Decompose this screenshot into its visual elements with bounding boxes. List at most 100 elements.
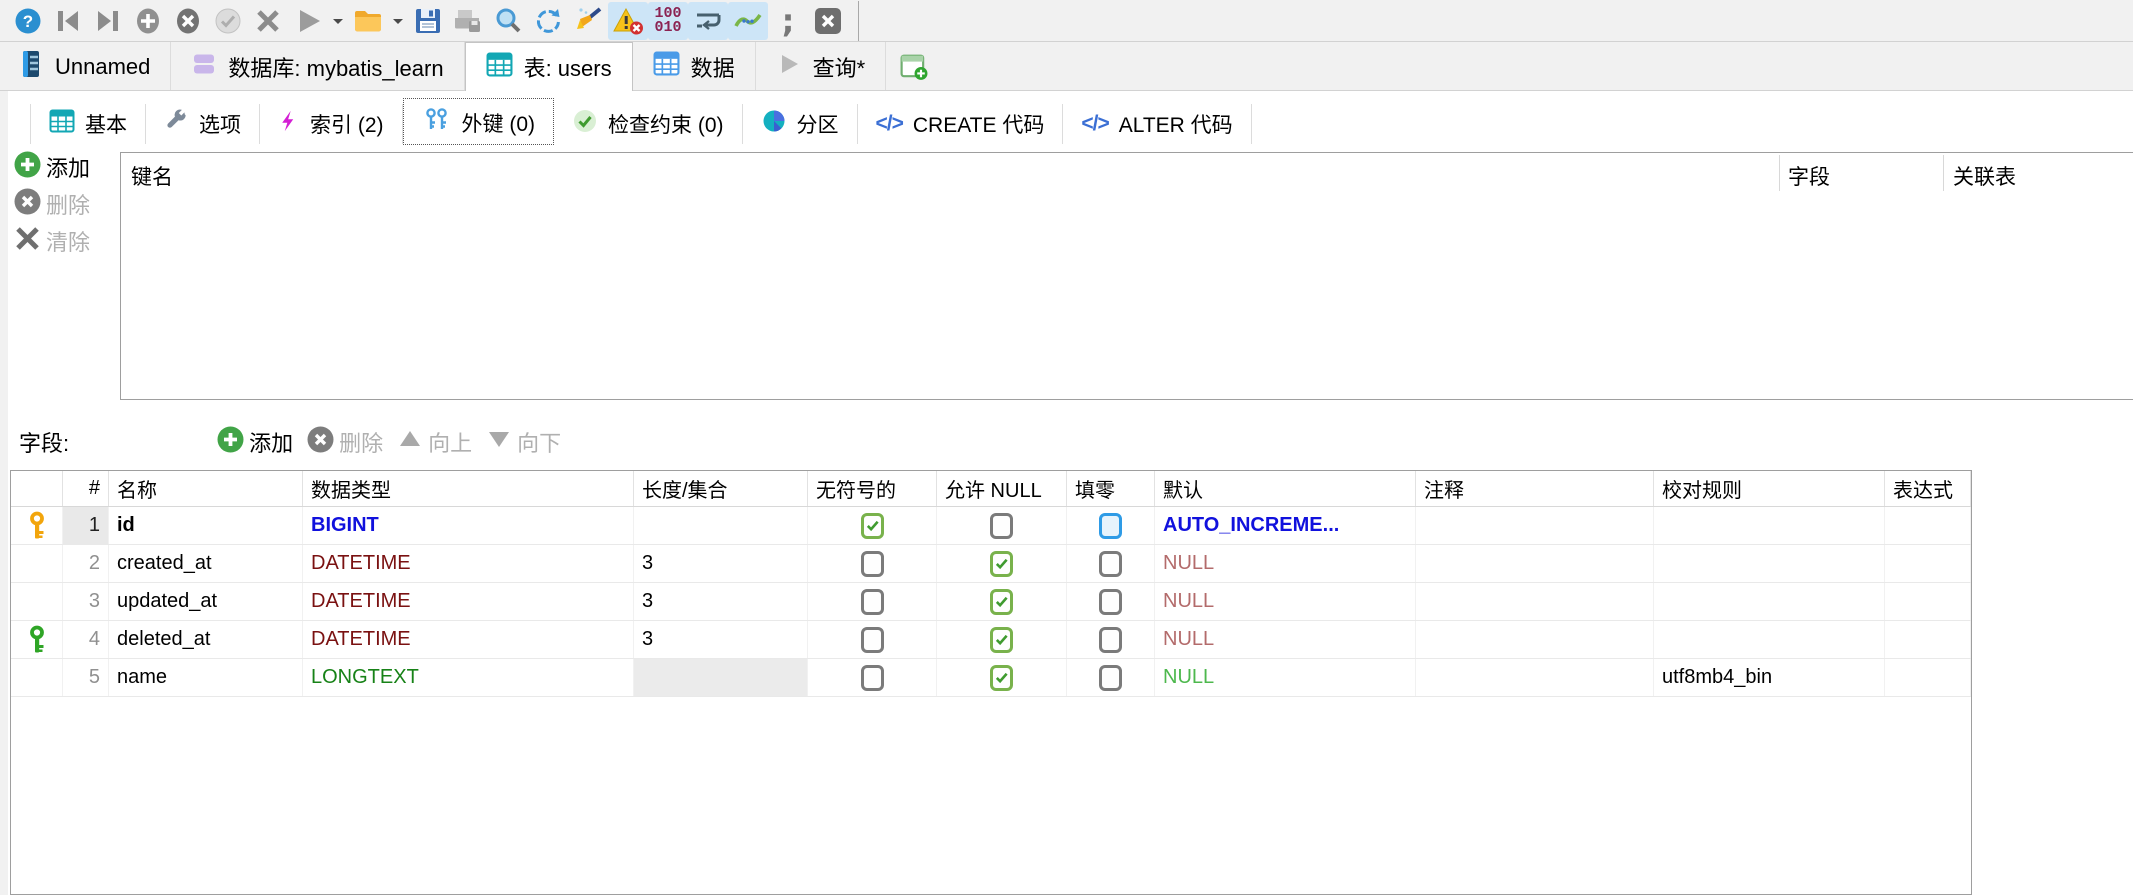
column-header-ref-table[interactable]: 关联表 bbox=[1953, 161, 2016, 191]
field-expression-cell[interactable] bbox=[1885, 507, 1971, 544]
checkbox-cell[interactable] bbox=[937, 507, 1067, 544]
column-header[interactable]: 长度/集合 bbox=[634, 471, 808, 506]
checkbox-cell[interactable] bbox=[1067, 507, 1155, 544]
zerofill-checkbox[interactable] bbox=[1099, 665, 1122, 691]
column-header[interactable]: 允许 NULL bbox=[937, 471, 1067, 506]
field-name-cell[interactable]: deleted_at bbox=[109, 621, 303, 658]
field-collation-cell[interactable] bbox=[1654, 545, 1885, 582]
fields-table[interactable]: #名称数据类型长度/集合无符号的允许 NULL填零默认注释校对规则表达式 1id… bbox=[10, 470, 1972, 895]
field-name-cell[interactable]: updated_at bbox=[109, 583, 303, 620]
field-comment-cell[interactable] bbox=[1416, 545, 1654, 582]
allow-null-checkbox[interactable] bbox=[990, 589, 1013, 615]
unsigned-checkbox[interactable] bbox=[861, 513, 884, 539]
tab-database-mybatis-learn[interactable]: 数据库: mybatis_learn bbox=[171, 42, 464, 91]
tab-table-users[interactable]: 表: users bbox=[465, 42, 633, 91]
field-comment-cell[interactable] bbox=[1416, 507, 1654, 544]
zerofill-checkbox[interactable] bbox=[1099, 551, 1122, 577]
row-icon-column-header[interactable] bbox=[11, 471, 63, 506]
new-query-tab-icon[interactable] bbox=[886, 42, 942, 91]
checkbox-cell[interactable] bbox=[808, 583, 937, 620]
folder-dropdown-icon[interactable] bbox=[388, 2, 408, 40]
column-header[interactable]: 默认 bbox=[1155, 471, 1416, 506]
allow-null-checkbox[interactable] bbox=[990, 665, 1013, 691]
checkbox-cell[interactable] bbox=[1067, 545, 1155, 582]
field-default-cell[interactable]: NULL bbox=[1155, 659, 1416, 696]
row-key-cell[interactable] bbox=[11, 659, 63, 696]
delete-record-icon[interactable] bbox=[168, 2, 208, 40]
field-name-cell[interactable]: id bbox=[109, 507, 303, 544]
checkbox-cell[interactable] bbox=[937, 659, 1067, 696]
field-add-button[interactable]: 添加 bbox=[217, 427, 293, 457]
wrap-toggle-icon[interactable] bbox=[688, 2, 728, 40]
field-type-cell[interactable]: DATETIME bbox=[303, 583, 634, 620]
field-expression-cell[interactable] bbox=[1885, 659, 1971, 696]
field-name-cell[interactable]: name bbox=[109, 659, 303, 696]
column-header[interactable]: 数据类型 bbox=[303, 471, 634, 506]
cancel-icon[interactable] bbox=[248, 2, 288, 40]
checkbox-cell[interactable] bbox=[1067, 659, 1155, 696]
search-icon[interactable] bbox=[488, 2, 528, 40]
row-number-cell[interactable]: 3 bbox=[63, 583, 109, 620]
field-type-cell[interactable]: DATETIME bbox=[303, 621, 634, 658]
unsigned-checkbox[interactable] bbox=[861, 665, 884, 691]
save-icon[interactable] bbox=[408, 2, 448, 40]
save-as-icon[interactable] bbox=[448, 2, 488, 40]
tab-unnamed-session[interactable]: Unnamed bbox=[0, 42, 171, 91]
table-row[interactable]: 4deleted_atDATETIME3NULL bbox=[11, 621, 1971, 659]
column-header[interactable]: 名称 bbox=[109, 471, 303, 506]
table-row[interactable]: 5nameLONGTEXTNULLutf8mb4_bin bbox=[11, 659, 1971, 697]
checkbox-cell[interactable] bbox=[937, 583, 1067, 620]
field-collation-cell[interactable]: utf8mb4_bin bbox=[1654, 659, 1885, 696]
semicolon-icon[interactable]: ; bbox=[768, 2, 808, 40]
run-icon[interactable] bbox=[288, 2, 328, 40]
column-header[interactable]: 注释 bbox=[1416, 471, 1654, 506]
field-length-cell[interactable] bbox=[634, 659, 808, 696]
table-row[interactable]: 3updated_atDATETIME3NULL bbox=[11, 583, 1971, 621]
zerofill-checkbox[interactable] bbox=[1099, 627, 1122, 653]
column-header-key-name[interactable]: 键名 bbox=[131, 161, 173, 191]
field-default-cell[interactable]: AUTO_INCREME... bbox=[1155, 507, 1416, 544]
checkbox-cell[interactable] bbox=[808, 659, 937, 696]
checkbox-cell[interactable] bbox=[808, 621, 937, 658]
foreign-key-list[interactable]: 键名 字段 关联表 bbox=[120, 152, 2133, 400]
column-header[interactable]: 无符号的 bbox=[808, 471, 937, 506]
column-header[interactable]: 填零 bbox=[1067, 471, 1155, 506]
unsigned-checkbox[interactable] bbox=[861, 551, 884, 577]
fk-clear-button[interactable]: 清除 bbox=[14, 226, 90, 256]
field-expression-cell[interactable] bbox=[1885, 583, 1971, 620]
field-length-cell[interactable]: 3 bbox=[634, 545, 808, 582]
row-number-cell[interactable]: 1 bbox=[63, 507, 109, 544]
field-default-cell[interactable]: NULL bbox=[1155, 545, 1416, 582]
tab-basic[interactable]: 基本 bbox=[30, 104, 146, 144]
fk-add-button[interactable]: 添加 bbox=[14, 152, 90, 182]
field-default-cell[interactable]: NULL bbox=[1155, 621, 1416, 658]
tab-partitions[interactable]: 分区 bbox=[743, 104, 858, 144]
field-delete-button[interactable]: 删除 bbox=[307, 427, 383, 457]
chain-toggle-icon[interactable] bbox=[728, 2, 768, 40]
checkbox-cell[interactable] bbox=[1067, 621, 1155, 658]
open-folder-icon[interactable] bbox=[348, 2, 388, 40]
field-expression-cell[interactable] bbox=[1885, 545, 1971, 582]
row-key-cell[interactable] bbox=[11, 583, 63, 620]
run-dropdown-icon[interactable] bbox=[328, 2, 348, 40]
tab-check-constraints[interactable]: 检查约束 (0) bbox=[554, 104, 743, 144]
field-type-cell[interactable]: DATETIME bbox=[303, 545, 634, 582]
checkbox-cell[interactable] bbox=[808, 545, 937, 582]
tab-query[interactable]: 查询* bbox=[756, 42, 887, 91]
close-window-icon[interactable] bbox=[808, 2, 848, 40]
checkbox-cell[interactable] bbox=[937, 621, 1067, 658]
field-comment-cell[interactable] bbox=[1416, 583, 1654, 620]
field-collation-cell[interactable] bbox=[1654, 583, 1885, 620]
unsigned-checkbox[interactable] bbox=[861, 627, 884, 653]
field-move-down-button[interactable]: 向下 bbox=[486, 427, 561, 457]
column-header[interactable]: 表达式 bbox=[1885, 471, 1971, 506]
field-name-cell[interactable]: created_at bbox=[109, 545, 303, 582]
field-type-cell[interactable]: BIGINT bbox=[303, 507, 634, 544]
binary-toggle-icon[interactable]: 100010 bbox=[648, 2, 688, 40]
field-collation-cell[interactable] bbox=[1654, 621, 1885, 658]
column-header[interactable]: 校对规则 bbox=[1654, 471, 1885, 506]
field-type-cell[interactable]: LONGTEXT bbox=[303, 659, 634, 696]
tab-create-code[interactable]: </> CREATE 代码 bbox=[858, 104, 1064, 144]
field-expression-cell[interactable] bbox=[1885, 621, 1971, 658]
row-key-cell[interactable] bbox=[11, 621, 63, 658]
